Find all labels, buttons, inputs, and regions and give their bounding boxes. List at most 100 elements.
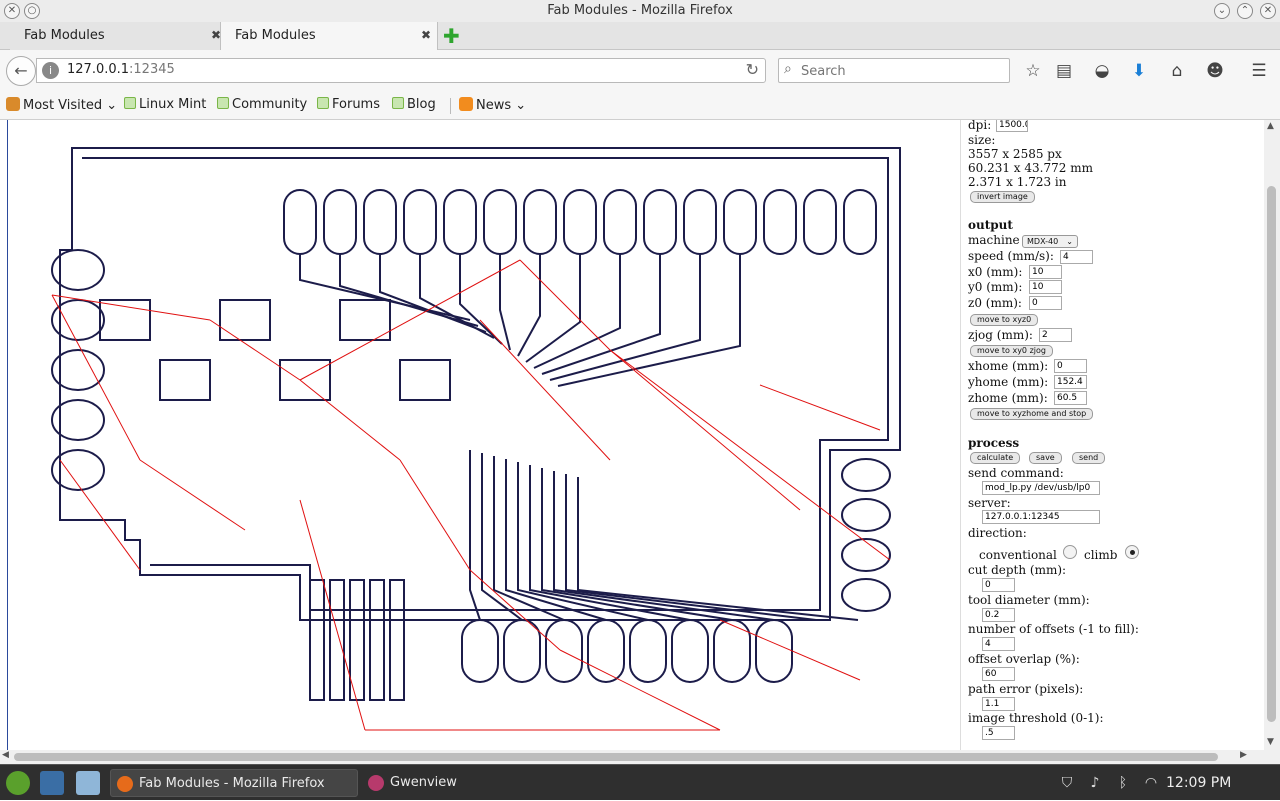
- bookmark-community[interactable]: Community: [217, 97, 307, 112]
- bookmarks-toolbar: Most Visited ⌄ Linux Mint Community Foru…: [0, 92, 1280, 120]
- mint-menu-icon[interactable]: [6, 771, 30, 795]
- zhome-field[interactable]: [1054, 391, 1087, 405]
- horizontal-scrollbar[interactable]: ◀ ▶: [0, 750, 1280, 764]
- home-icon[interactable]: ⌂: [1166, 60, 1188, 82]
- close-window-icon[interactable]: ✕: [1260, 3, 1276, 19]
- bookmark-news[interactable]: News ⌄: [459, 97, 526, 113]
- path-error-label: path error (pixels):: [968, 682, 1084, 696]
- tool-diameter-field[interactable]: [982, 608, 1015, 622]
- window-menu-icon[interactable]: ✕: [4, 3, 20, 19]
- site-info-icon[interactable]: i: [42, 62, 59, 79]
- scroll-right-icon[interactable]: ▶: [1240, 750, 1247, 760]
- rss-icon: [459, 97, 473, 111]
- zjog-field[interactable]: [1039, 328, 1072, 342]
- conventional-radio[interactable]: [1063, 545, 1077, 559]
- scroll-down-icon[interactable]: ▼: [1267, 737, 1274, 747]
- search-bar[interactable]: ⌕: [778, 58, 1010, 83]
- wifi-icon[interactable]: ◠: [1142, 774, 1160, 792]
- component: [159, 359, 211, 401]
- dpi-field[interactable]: [996, 120, 1028, 132]
- pad-top: [723, 189, 757, 255]
- component: [399, 359, 451, 401]
- scroll-left-icon[interactable]: ◀: [2, 750, 9, 760]
- new-tab-button[interactable]: ✚: [443, 24, 460, 48]
- x0-field[interactable]: [1029, 265, 1062, 279]
- trace: [565, 474, 817, 621]
- task-gwenview[interactable]: Gwenview: [362, 769, 562, 797]
- downloads-icon[interactable]: ⬇: [1128, 60, 1150, 82]
- climb-radio[interactable]: [1125, 545, 1139, 559]
- show-desktop-icon[interactable]: [40, 771, 64, 795]
- back-button[interactable]: ←: [6, 56, 36, 86]
- offsets-field[interactable]: [982, 637, 1015, 651]
- maximize-icon[interactable]: ⌃: [1237, 3, 1253, 19]
- url-bar[interactable]: i 127.0.0.1:12345 ↻: [36, 58, 766, 83]
- reload-icon[interactable]: ↻: [746, 60, 759, 79]
- xhome-field[interactable]: [1054, 359, 1087, 373]
- minimize-icon[interactable]: ⌄: [1214, 3, 1230, 19]
- trace-block: [309, 579, 325, 701]
- chevron-down-icon: ⌄: [1066, 237, 1073, 246]
- tab-close-icon[interactable]: ✖: [421, 22, 431, 49]
- search-input[interactable]: [801, 62, 1001, 80]
- menu-icon[interactable]: ☰: [1248, 60, 1270, 82]
- overlap-field[interactable]: [982, 667, 1015, 681]
- threshold-field[interactable]: [982, 726, 1015, 740]
- move-to-xyz0-button[interactable]: move to xyz0: [970, 314, 1039, 326]
- rapid-move: [609, 349, 891, 561]
- path-error-field[interactable]: [982, 697, 1015, 711]
- vertical-scroll-thumb[interactable]: [1267, 186, 1276, 722]
- url-text[interactable]: 127.0.0.1:12345: [67, 62, 175, 77]
- tab-fab-modules-1[interactable]: Fab Modules ✖: [10, 22, 228, 50]
- reading-list-icon[interactable]: ▤: [1053, 60, 1075, 82]
- clock[interactable]: 12:09 PM: [1166, 765, 1231, 801]
- chat-icon[interactable]: ☻: [1204, 60, 1226, 82]
- machine-select[interactable]: MDX-40 ⌄: [1022, 235, 1078, 248]
- folder-icon: [6, 97, 20, 111]
- volume-icon[interactable]: ♪: [1086, 774, 1104, 792]
- scroll-up-icon[interactable]: ▲: [1267, 121, 1274, 131]
- vertical-scrollbar[interactable]: ▲ ▼: [1264, 120, 1280, 750]
- window-pin-icon[interactable]: ○: [24, 3, 40, 19]
- bookmark-linux-mint[interactable]: Linux Mint: [124, 97, 206, 112]
- x0-label: x0 (mm):: [968, 265, 1023, 279]
- pad-top: [523, 189, 557, 255]
- send-button[interactable]: send: [1072, 452, 1106, 464]
- task-firefox[interactable]: Fab Modules - Mozilla Firefox: [110, 769, 358, 797]
- toolpath-canvas[interactable]: [0, 120, 960, 750]
- trace-block: [349, 579, 365, 701]
- cut-depth-field[interactable]: [982, 578, 1015, 592]
- pad-top: [603, 189, 637, 255]
- output-heading: output: [968, 218, 1013, 232]
- trace: [469, 450, 481, 621]
- star-icon[interactable]: ☆: [1022, 60, 1044, 82]
- horizontal-scroll-thumb[interactable]: [14, 753, 1218, 761]
- overlap-label: offset overlap (%):: [968, 652, 1080, 666]
- pad-bottom: [461, 619, 499, 683]
- bookmark-label: Community: [232, 97, 308, 112]
- save-button[interactable]: save: [1029, 452, 1062, 464]
- bookmark-label: Blog: [407, 97, 436, 112]
- files-icon[interactable]: [76, 771, 100, 795]
- calculate-button[interactable]: calculate: [970, 452, 1021, 464]
- bluetooth-icon[interactable]: ᛒ: [1114, 774, 1132, 792]
- z0-field[interactable]: [1029, 296, 1062, 310]
- move-to-xyzhome-button[interactable]: move to xyzhome and stop: [970, 408, 1094, 420]
- invert-image-button[interactable]: invert image: [970, 191, 1035, 203]
- bookmark-blog[interactable]: Blog: [392, 97, 436, 112]
- send-command-field[interactable]: [982, 481, 1100, 495]
- move-to-xy0-zjog-button[interactable]: move to xy0 zjog: [970, 345, 1053, 357]
- size-px: 3557 x 2585 px: [968, 147, 1062, 161]
- y0-field[interactable]: [1029, 280, 1062, 294]
- pad-bottom: [713, 619, 751, 683]
- bookmark-forums[interactable]: Forums: [317, 97, 380, 112]
- pad-top: [643, 189, 677, 255]
- server-field[interactable]: [982, 510, 1100, 524]
- rapid-move: [559, 649, 721, 731]
- shield-icon[interactable]: ⛉: [1058, 774, 1076, 792]
- pocket-icon[interactable]: ◒: [1091, 60, 1113, 82]
- bookmark-most-visited[interactable]: Most Visited ⌄: [6, 97, 117, 113]
- yhome-field[interactable]: [1054, 375, 1087, 389]
- speed-field[interactable]: [1060, 250, 1093, 264]
- tab-fab-modules-2[interactable]: Fab Modules ✖: [220, 22, 438, 50]
